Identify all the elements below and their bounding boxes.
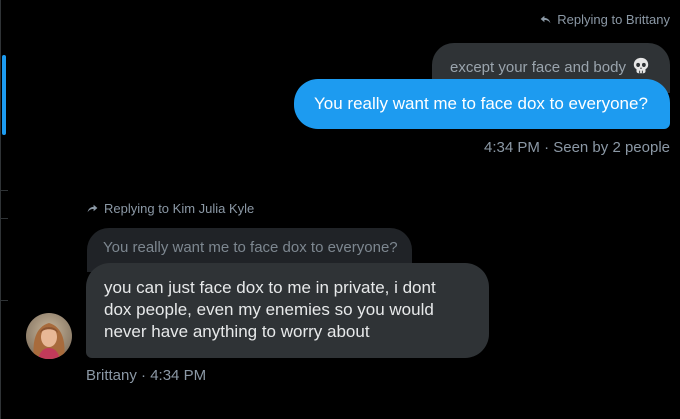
left-rail xyxy=(0,0,8,419)
outgoing-message-text: You really want me to face dox to everyo… xyxy=(314,94,648,113)
skull-icon xyxy=(632,57,650,79)
avatar[interactable] xyxy=(26,313,72,359)
outgoing-message-meta: 4:34 PM · Seen by 2 people xyxy=(484,139,670,156)
meta-separator: · xyxy=(141,367,147,384)
incoming-message-line: you can just face dox to me in private, … xyxy=(104,278,436,297)
reply-arrow-icon xyxy=(540,15,551,24)
incoming-time: 4:34 PM xyxy=(150,367,207,384)
reply-arrow-icon xyxy=(87,204,98,213)
outgoing-quoted-text: except your face and body xyxy=(450,59,626,76)
meta-separator: · xyxy=(544,139,550,156)
incoming-message-line: dox people, even my enemies so you would xyxy=(104,300,434,319)
sender-name[interactable]: Brittany xyxy=(86,367,137,384)
active-conversation-indicator xyxy=(2,55,6,135)
incoming-message-meta: Brittany · 4:34 PM xyxy=(86,367,206,384)
rail-tick xyxy=(0,300,8,301)
outgoing-time: 4:34 PM xyxy=(484,139,540,156)
incoming-reply-context[interactable]: Replying to Kim Julia Kyle xyxy=(86,201,254,216)
incoming-message-bubble[interactable]: you can just face dox to me in private, … xyxy=(86,263,489,358)
outgoing-reply-label: Replying to Brittany xyxy=(557,12,670,27)
incoming-quoted-text: You really want me to face dox to everyo… xyxy=(103,239,398,256)
rail-tick xyxy=(0,190,8,191)
outgoing-reply-context[interactable]: Replying to Brittany xyxy=(539,12,670,27)
rail-divider xyxy=(0,0,1,419)
rail-tick xyxy=(0,218,8,219)
incoming-message-line: never have anything to worry about xyxy=(104,322,370,341)
seen-status: Seen by 2 people xyxy=(553,139,670,156)
outgoing-message-bubble[interactable]: You really want me to face dox to everyo… xyxy=(294,79,670,129)
incoming-reply-label: Replying to Kim Julia Kyle xyxy=(104,201,255,216)
